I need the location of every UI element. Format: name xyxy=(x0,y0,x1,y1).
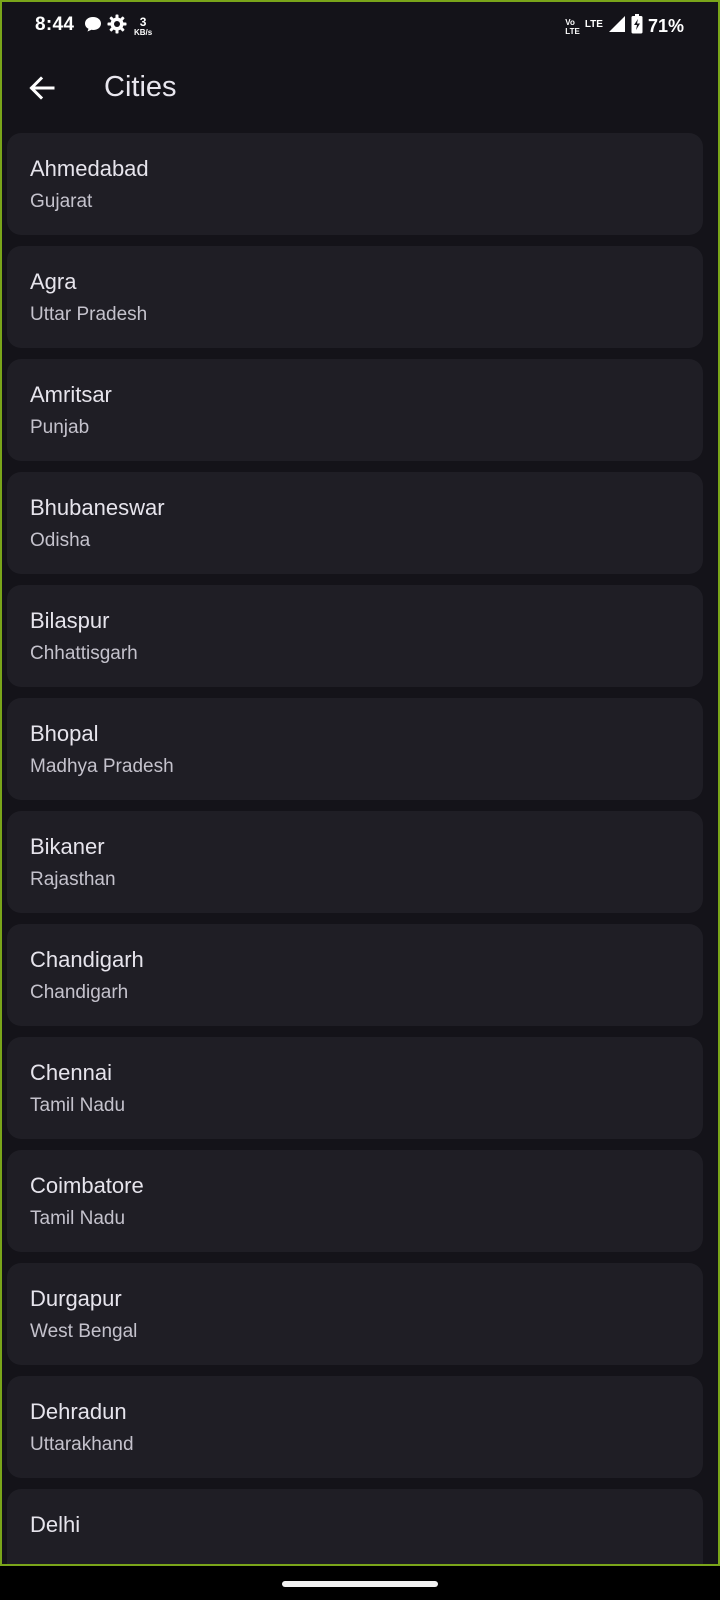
city-state: Madhya Pradesh xyxy=(30,756,174,777)
settings-gear-icon xyxy=(107,14,127,39)
arrow-back-icon xyxy=(28,74,56,107)
city-card[interactable]: Ahmedabad Gujarat xyxy=(7,133,703,235)
city-state: Uttarakhand xyxy=(30,1434,134,1455)
city-state: Rajasthan xyxy=(30,869,116,890)
city-name: Coimbatore xyxy=(30,1173,144,1198)
status-bar: 8:44 3 KB/s Vo LTE LTE 71% xyxy=(2,2,718,50)
city-name: Delhi xyxy=(30,1512,81,1537)
home-gesture-handle[interactable] xyxy=(282,1581,438,1587)
city-state: Chandigarh xyxy=(30,982,129,1003)
city-state: West Bengal xyxy=(30,1321,138,1342)
status-notification-icons: 3 KB/s xyxy=(84,14,152,39)
battery-percentage: 71% xyxy=(647,16,684,36)
city-name: Chennai xyxy=(30,1060,112,1085)
city-card[interactable]: Bikaner Rajasthan xyxy=(7,811,703,913)
app-screen: 8:44 3 KB/s Vo LTE LTE 71% Cities Ahmeda… xyxy=(0,0,720,1566)
city-name: Dehradun xyxy=(30,1399,127,1424)
city-state: Gujarat xyxy=(30,191,93,212)
volte-bottom-text: LTE xyxy=(565,26,580,36)
network-speed-value: 3 xyxy=(139,14,147,29)
signal-strength-icon xyxy=(608,15,626,38)
city-state: Tamil Nadu xyxy=(30,1208,126,1229)
volte-top-text: Vo xyxy=(565,17,575,27)
chat-bubble-icon xyxy=(84,15,102,38)
city-name: Durgapur xyxy=(30,1286,122,1311)
city-state: Punjab xyxy=(30,417,90,438)
city-card[interactable]: Chennai Tamil Nadu xyxy=(7,1037,703,1139)
city-card[interactable]: Durgapur West Bengal xyxy=(7,1263,703,1365)
city-card[interactable]: Bilaspur Chhattisgarh xyxy=(7,585,703,687)
city-name: Ahmedabad xyxy=(30,156,149,181)
city-name: Amritsar xyxy=(30,382,112,407)
city-name: Bikaner xyxy=(30,834,105,859)
city-card[interactable]: Coimbatore Tamil Nadu xyxy=(7,1150,703,1252)
city-name: Bilaspur xyxy=(30,608,110,633)
city-name: Chandigarh xyxy=(30,947,144,972)
city-card[interactable]: Dehradun Uttarakhand xyxy=(7,1376,703,1478)
network-speed-unit: KB/s xyxy=(134,27,153,37)
network-speed: 3 KB/s xyxy=(134,14,153,37)
city-state: Uttar Pradesh xyxy=(30,304,148,325)
app-bar: Cities xyxy=(2,50,718,130)
lte-indicator: LTE xyxy=(584,19,603,30)
status-time: 8:44 xyxy=(35,14,75,35)
city-list: Ahmedabad Gujarat Agra Uttar Pradesh Amritsa… xyxy=(7,133,703,1564)
city-card[interactable]: Delhi xyxy=(7,1489,703,1564)
city-card[interactable]: Bhubaneswar Odisha xyxy=(7,472,703,574)
page-title: Cities xyxy=(104,71,177,103)
city-name: Bhopal xyxy=(30,721,99,746)
city-card[interactable]: Bhopal Madhya Pradesh xyxy=(7,698,703,800)
city-name: Bhubaneswar xyxy=(30,495,165,520)
battery-charging-icon xyxy=(631,14,643,39)
city-name: Agra xyxy=(30,269,77,294)
city-state: Chhattisgarh xyxy=(30,643,138,664)
status-system-icons: Vo LTE LTE 71% xyxy=(565,14,684,39)
city-state: Odisha xyxy=(30,530,91,551)
city-state: Tamil Nadu xyxy=(30,1095,126,1116)
back-button[interactable] xyxy=(18,66,66,114)
navigation-bar xyxy=(0,1566,720,1600)
city-card[interactable]: Chandigarh Chandigarh xyxy=(7,924,703,1026)
volte-indicator: Vo LTE xyxy=(565,18,580,36)
city-card[interactable]: Amritsar Punjab xyxy=(7,359,703,461)
city-card[interactable]: Agra Uttar Pradesh xyxy=(7,246,703,348)
